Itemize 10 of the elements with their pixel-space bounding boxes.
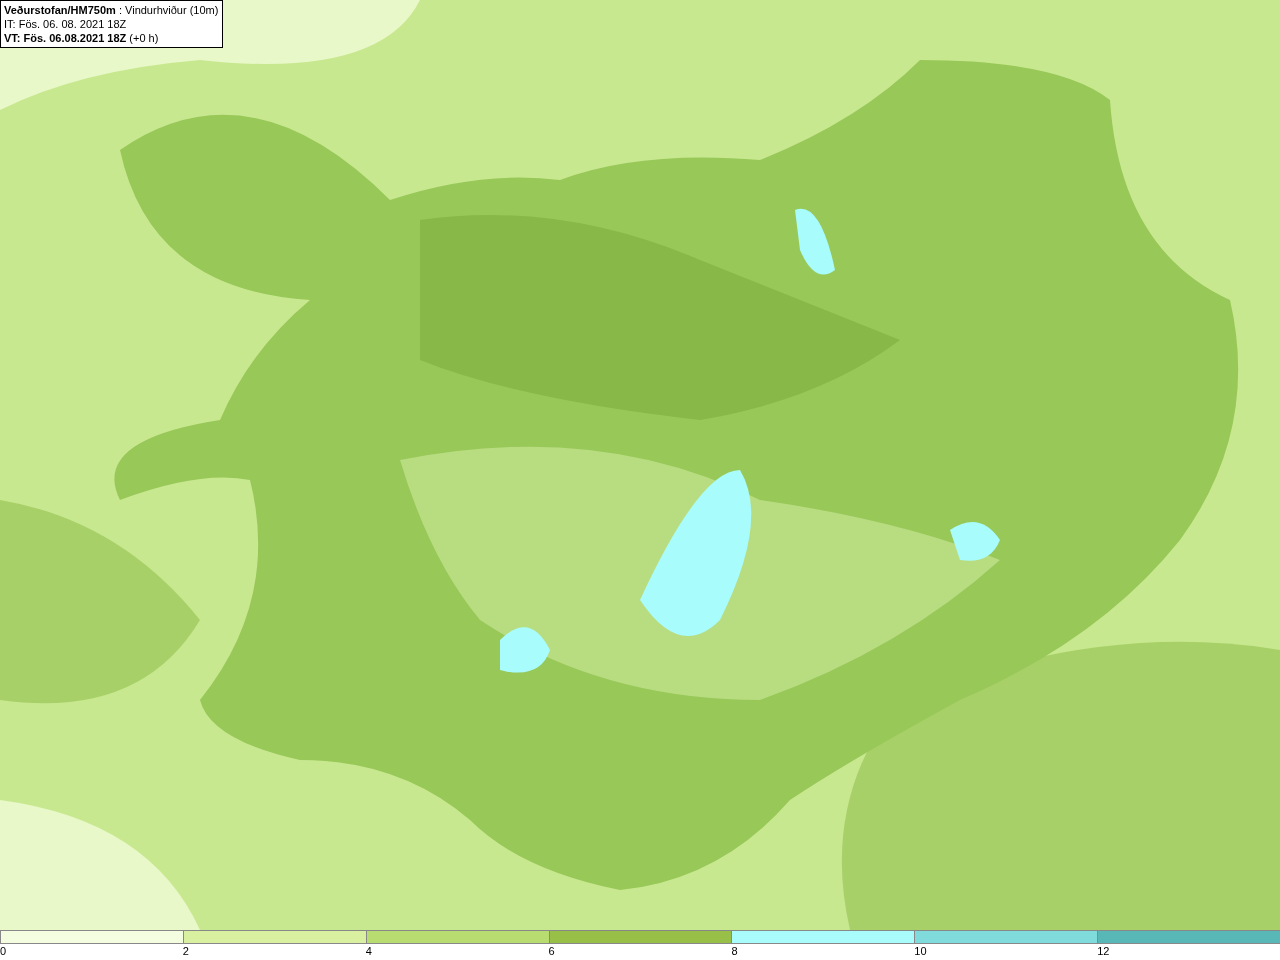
- legend-label: 8: [731, 944, 738, 958]
- legend-label: 10: [914, 944, 927, 958]
- info-text: IT: Fös. 06. 08. 2021 18Z: [4, 17, 128, 31]
- info-text: Veðurstofan/HM750m : Vindurhviður (10m): [4, 3, 219, 17]
- legend-label: 0: [0, 944, 7, 958]
- legend-label: 12: [1097, 944, 1110, 958]
- legend-label: 4: [365, 944, 372, 958]
- legend-label: 6: [548, 944, 555, 958]
- legend-label: 2: [182, 944, 189, 958]
- info-text: VT: Fös. 06.08.2021 18Z (+0 h): [4, 31, 160, 45]
